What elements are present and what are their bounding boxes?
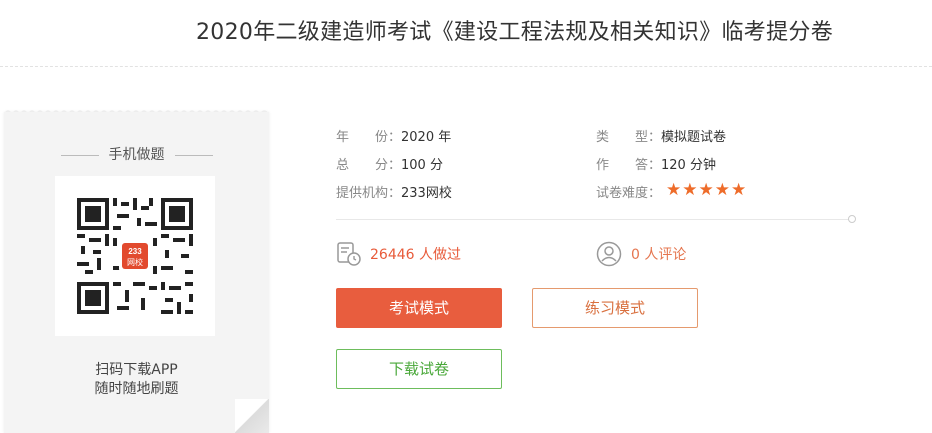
user-icon	[596, 241, 622, 267]
done-count: 26446 人做过	[336, 241, 461, 267]
score-value: 100 分	[401, 158, 443, 173]
practice-mode-button[interactable]: 练习模式	[532, 288, 698, 328]
title-line-right	[174, 154, 213, 156]
difficulty-label: 试卷难度：	[596, 186, 662, 201]
logo-number: 233	[128, 247, 142, 256]
download-paper-button[interactable]: 下载试卷	[336, 349, 502, 389]
qr-code: 233 网校	[55, 176, 215, 336]
qr-code-image: 233 网校	[77, 198, 193, 314]
star-icon: ★	[666, 180, 682, 200]
comment-count[interactable]: 0 人评论	[596, 241, 686, 267]
org-row: 提供机构：233网校	[336, 182, 452, 201]
type-row: 类 型：模拟题试卷	[596, 126, 726, 145]
header-divider	[0, 66, 932, 67]
difficulty-row: 试卷难度：	[596, 182, 661, 201]
exam-record-icon	[337, 242, 361, 266]
time-label: 作 答：	[596, 158, 662, 173]
type-label: 类 型：	[596, 130, 662, 145]
comment-count-text: 0 人评论	[631, 247, 687, 263]
page-title: 2020年二级建造师考试《建设工程法规及相关知识》临考提分卷	[196, 20, 833, 45]
scan-download-text: 扫码下载APP	[95, 362, 178, 378]
year-label: 年 份：	[336, 130, 402, 145]
page-curl-corner	[235, 399, 269, 433]
info-divider	[336, 219, 849, 220]
score-label: 总 分：	[336, 158, 402, 173]
logo-text: 网校	[127, 257, 143, 267]
time-value: 120 分钟	[661, 158, 716, 173]
star-icon: ★	[698, 180, 714, 200]
time-row: 作 答：120 分钟	[596, 154, 716, 173]
difficulty-stars: ★★★★★	[666, 180, 747, 200]
star-icon: ★	[714, 180, 730, 200]
year-row: 年 份：2020 年	[336, 126, 451, 145]
card-title: 手机做题	[108, 147, 165, 163]
org-label: 提供机构：	[336, 186, 402, 201]
title-line-left	[60, 154, 99, 156]
star-icon: ★	[682, 180, 698, 200]
star-icon: ★	[731, 180, 747, 200]
anytime-practice-text: 随时随地刷题	[94, 381, 179, 397]
score-row: 总 分：100 分	[336, 154, 443, 173]
org-value: 233网校	[401, 186, 452, 201]
type-value: 模拟题试卷	[661, 130, 727, 145]
mobile-practice-card: 手机做题 233 网校 扫码下载APP 随时随地刷题	[4, 112, 269, 433]
year-value: 2020 年	[401, 130, 452, 145]
divider-end-dot	[848, 215, 856, 223]
exam-mode-button[interactable]: 考试模式	[336, 288, 502, 328]
done-count-text: 26446 人做过	[370, 247, 461, 263]
